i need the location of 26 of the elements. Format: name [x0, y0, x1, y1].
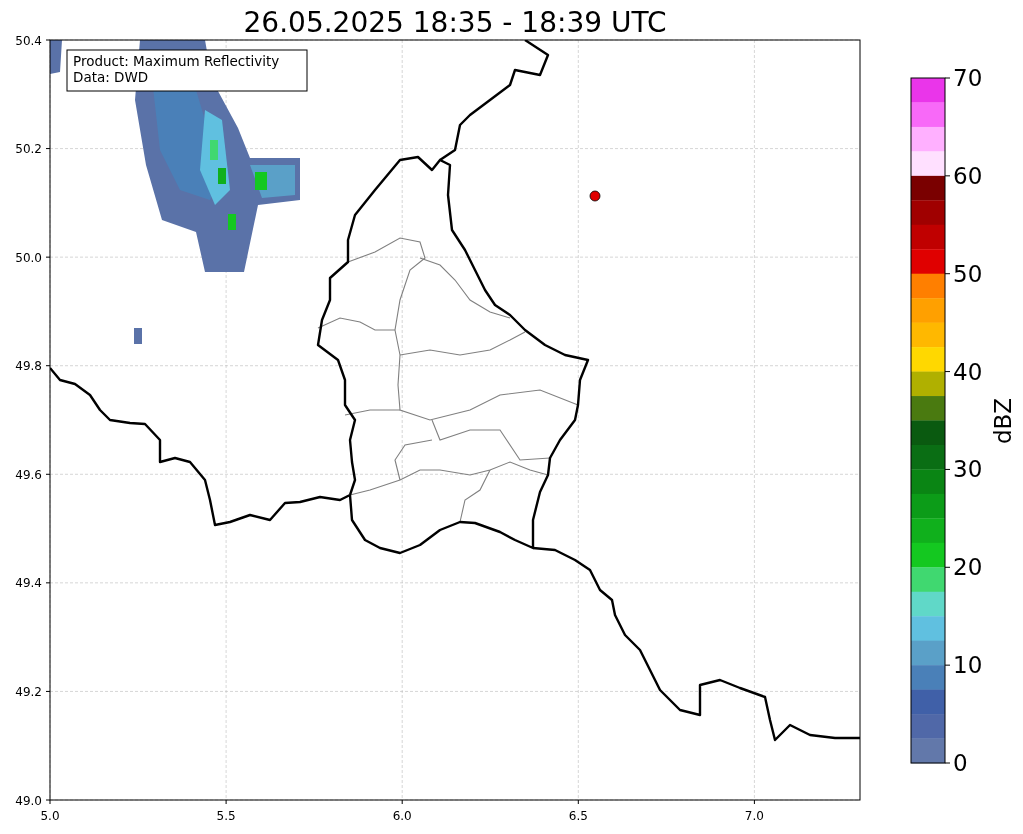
x-tick-label: 5.0 — [40, 809, 60, 823]
info-text: Data: DWD — [73, 69, 149, 85]
colorbar-label: dBZ — [990, 397, 1016, 445]
colorbar-tick-label: 50 — [953, 260, 983, 287]
y-tick-label: 49.0 — [15, 793, 42, 808]
y-tick-label: 50.0 — [15, 250, 42, 265]
colorbar-tick-label: 20 — [953, 554, 983, 581]
colorbar-tick-label: 10 — [953, 652, 983, 679]
y-tick-label: 50.2 — [15, 142, 42, 157]
y-tick-label: 50.4 — [15, 33, 42, 48]
y-tick-label: 49.4 — [15, 576, 42, 591]
x-tick-label: 6.5 — [568, 809, 588, 823]
x-tick-label: 5.5 — [216, 809, 236, 823]
colorbar-tick-label: 30 — [953, 456, 983, 483]
x-tick-label: 7.0 — [744, 809, 764, 823]
chart-title: 26.05.2025 18:35 - 18:39 UTC — [243, 6, 667, 39]
y-tick-label: 49.8 — [15, 359, 42, 374]
y-tick-label: 49.6 — [15, 467, 42, 482]
colorbar-tick-label: 0 — [953, 750, 968, 776]
info-text: Product: Maximum Reflectivity — [73, 53, 280, 69]
y-tick-label: 49.2 — [15, 684, 42, 699]
station-marker — [589, 190, 601, 202]
colorbar-tick-label: 60 — [953, 162, 983, 189]
x-tick-label: 6.0 — [392, 809, 412, 823]
colorbar-tick-label: 40 — [953, 358, 983, 385]
colorbar-tick-label: 70 — [953, 65, 983, 91]
